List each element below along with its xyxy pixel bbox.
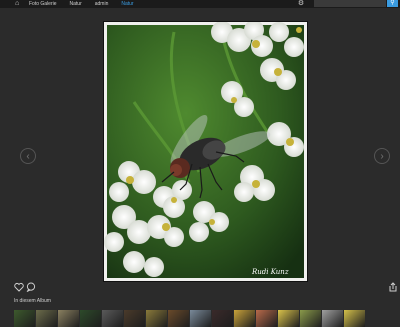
album-thumbnail[interactable]	[102, 310, 123, 327]
breadcrumb-natur[interactable]: Natur	[65, 0, 87, 8]
album-thumbnail[interactable]	[124, 310, 145, 327]
album-thumbnail[interactable]	[212, 310, 233, 327]
breadcrumb-foto-galerie[interactable]: Foto Galerie	[24, 0, 62, 8]
photo-watermark: Rudi Kunz	[251, 268, 289, 276]
home-icon[interactable]: ⌂	[15, 0, 21, 7]
chevron-right-icon: ›	[380, 151, 384, 162]
tools-icon[interactable]: ⚙	[297, 0, 305, 8]
album-thumbnail[interactable]	[168, 310, 189, 327]
album-thumbnail[interactable]	[256, 310, 277, 327]
next-photo-button[interactable]: ›	[374, 148, 390, 164]
album-section-label: In diesem Album	[14, 298, 51, 304]
album-thumbnail[interactable]	[322, 310, 343, 327]
album-thumbnail[interactable]	[344, 310, 365, 327]
comment-icon[interactable]	[26, 282, 36, 292]
breadcrumb-admin[interactable]: admin	[90, 0, 114, 8]
album-thumbnail[interactable]	[300, 310, 321, 327]
chevron-left-icon: ‹	[26, 151, 30, 162]
share-icon[interactable]	[388, 282, 398, 292]
album-thumbnail[interactable]	[58, 310, 79, 327]
heart-icon[interactable]	[14, 282, 24, 292]
album-thumbnail[interactable]	[80, 310, 101, 327]
album-thumbnail[interactable]	[234, 310, 255, 327]
search-input[interactable]	[314, 0, 386, 7]
search-icon[interactable]: ⚲	[387, 0, 398, 7]
album-thumbnail[interactable]	[278, 310, 299, 327]
album-thumbnail[interactable]	[36, 310, 57, 327]
album-thumbnail[interactable]	[146, 310, 167, 327]
album-thumbnail-strip	[14, 310, 365, 327]
main-photo: Rudi Kunz	[104, 22, 307, 281]
breadcrumb-current[interactable]: Natur	[116, 0, 138, 8]
album-thumbnail[interactable]	[190, 310, 211, 327]
breadcrumb: Foto Galerie Natur admin Natur	[24, 0, 139, 8]
previous-photo-button[interactable]: ‹	[20, 148, 36, 164]
top-navigation-bar: ⌂ Foto Galerie Natur admin Natur ⚙ ⚲	[0, 0, 400, 8]
album-thumbnail[interactable]	[14, 310, 35, 327]
fly-on-flowers-image: Rudi Kunz	[104, 22, 304, 278]
